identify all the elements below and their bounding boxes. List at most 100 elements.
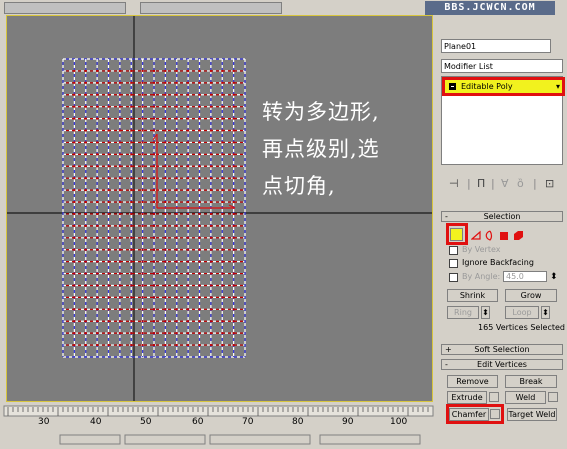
- soft-selection-rollout-header[interactable]: + Soft Selection: [441, 344, 563, 355]
- highlight-box-stack: [442, 77, 565, 96]
- selected-vertex: [232, 93, 235, 96]
- selected-vertex: [221, 81, 224, 84]
- break-button[interactable]: Break: [505, 375, 557, 388]
- show-end-result-icon[interactable]: Π: [477, 177, 485, 190]
- selected-vertex: [221, 236, 224, 239]
- selected-vertex: [209, 117, 212, 120]
- edge-icon[interactable]: [470, 226, 482, 240]
- selected-vertex: [198, 129, 201, 132]
- ring-button[interactable]: Ring: [447, 306, 479, 319]
- make-unique-icon[interactable]: ∀: [501, 177, 509, 190]
- perspective-viewport[interactable]: 转为多边形, 再点级别,选 点切角,: [6, 15, 433, 402]
- target-weld-button[interactable]: Target Weld: [507, 408, 557, 421]
- grow-button[interactable]: Grow: [505, 289, 557, 302]
- selected-vertex: [153, 308, 155, 311]
- selected-vertex: [187, 308, 190, 311]
- selected-vertex: [175, 141, 178, 144]
- selected-vertex: [118, 69, 121, 72]
- selected-vertex: [107, 320, 110, 323]
- selected-vertex: [118, 308, 121, 311]
- selected-vertex: [107, 129, 110, 132]
- selected-vertex: [130, 177, 133, 180]
- weld-button[interactable]: Weld: [505, 391, 546, 404]
- selected-vertex: [209, 344, 212, 347]
- selected-vertex: [187, 165, 190, 168]
- selected-vertex: [84, 272, 87, 275]
- ruler-label: 50: [140, 417, 152, 427]
- selected-vertex: [164, 93, 167, 96]
- selected-vertex: [130, 141, 133, 144]
- selected-vertex: [73, 332, 76, 335]
- selected-vertex: [209, 129, 212, 132]
- selection-rollout-header[interactable]: - Selection: [441, 211, 563, 222]
- selected-vertex: [73, 153, 76, 156]
- edit-vertices-rollout-header[interactable]: - Edit Vertices: [441, 359, 563, 370]
- selected-vertex: [84, 320, 87, 323]
- selected-vertex: [209, 272, 212, 275]
- loop-button[interactable]: Loop: [505, 306, 539, 319]
- selected-vertex: [73, 212, 76, 215]
- selected-vertex: [153, 177, 155, 180]
- selected-vertex: [153, 332, 155, 335]
- selected-vertex: [130, 105, 133, 108]
- loop-spinner-icon[interactable]: ⬍: [541, 306, 550, 319]
- pin-stack-icon[interactable]: ⊣: [449, 177, 459, 190]
- border-icon[interactable]: [484, 226, 495, 241]
- shrink-button[interactable]: Shrink: [447, 289, 498, 302]
- spinner-arrows-icon[interactable]: ⬍: [550, 272, 558, 282]
- object-name-field[interactable]: Plane01: [441, 39, 551, 53]
- ignore-backfacing-checkbox[interactable]: [449, 259, 458, 268]
- ruler-label: 40: [90, 417, 102, 427]
- selected-vertex: [187, 284, 190, 287]
- remove-modifier-icon[interactable]: ȍ: [517, 177, 524, 190]
- selected-vertex: [130, 260, 133, 263]
- selected-vertex: [187, 320, 190, 323]
- selected-vertex: [198, 272, 201, 275]
- selected-vertex: [141, 320, 144, 323]
- by-vertex-label: By Vertex: [462, 245, 501, 254]
- selected-vertex: [187, 153, 190, 156]
- extrude-button[interactable]: Extrude: [447, 391, 487, 404]
- selected-vertex: [141, 93, 144, 96]
- selected-vertex: [164, 141, 167, 144]
- modifier-list-dropdown[interactable]: Modifier List: [441, 59, 563, 73]
- selected-vertex: [73, 272, 76, 275]
- element-icon[interactable]: [513, 226, 524, 240]
- selected-vertex: [164, 236, 167, 239]
- selected-vertex: [107, 332, 110, 335]
- selected-vertex: [130, 93, 133, 96]
- selected-vertex: [153, 141, 155, 144]
- selected-vertex: [107, 105, 110, 108]
- ring-spinner-icon[interactable]: ⬍: [481, 306, 490, 319]
- selected-vertex: [175, 81, 178, 84]
- weld-settings-icon[interactable]: [548, 392, 558, 402]
- by-angle-spinner[interactable]: 45.0: [503, 271, 547, 282]
- selected-vertex: [175, 236, 178, 239]
- selected-vertex: [96, 308, 99, 311]
- selected-vertex: [107, 344, 110, 347]
- by-angle-checkbox[interactable]: [449, 273, 458, 282]
- selected-vertex: [209, 189, 212, 192]
- selected-vertex: [96, 320, 99, 323]
- viewport-canvas[interactable]: [7, 16, 433, 402]
- selected-vertex: [118, 284, 121, 287]
- remove-button[interactable]: Remove: [447, 375, 498, 388]
- selected-vertex: [232, 141, 235, 144]
- selected-vertex: [164, 272, 167, 275]
- selected-vertex: [198, 332, 201, 335]
- selected-vertex: [153, 105, 155, 108]
- selected-vertex: [84, 153, 87, 156]
- selected-vertex: [187, 236, 190, 239]
- selected-vertex: [232, 117, 235, 120]
- extrude-settings-icon[interactable]: [489, 392, 499, 402]
- selected-vertex: [164, 224, 167, 227]
- selected-vertex: [118, 201, 121, 204]
- configure-sets-icon[interactable]: ⊡: [545, 177, 554, 190]
- selected-vertex: [175, 272, 178, 275]
- selected-vertex: [164, 165, 167, 168]
- selected-vertex: [209, 296, 212, 299]
- by-vertex-checkbox[interactable]: [449, 246, 458, 255]
- selected-vertex: [198, 344, 201, 347]
- polygon-icon[interactable]: [499, 227, 510, 240]
- selected-vertex: [209, 212, 212, 215]
